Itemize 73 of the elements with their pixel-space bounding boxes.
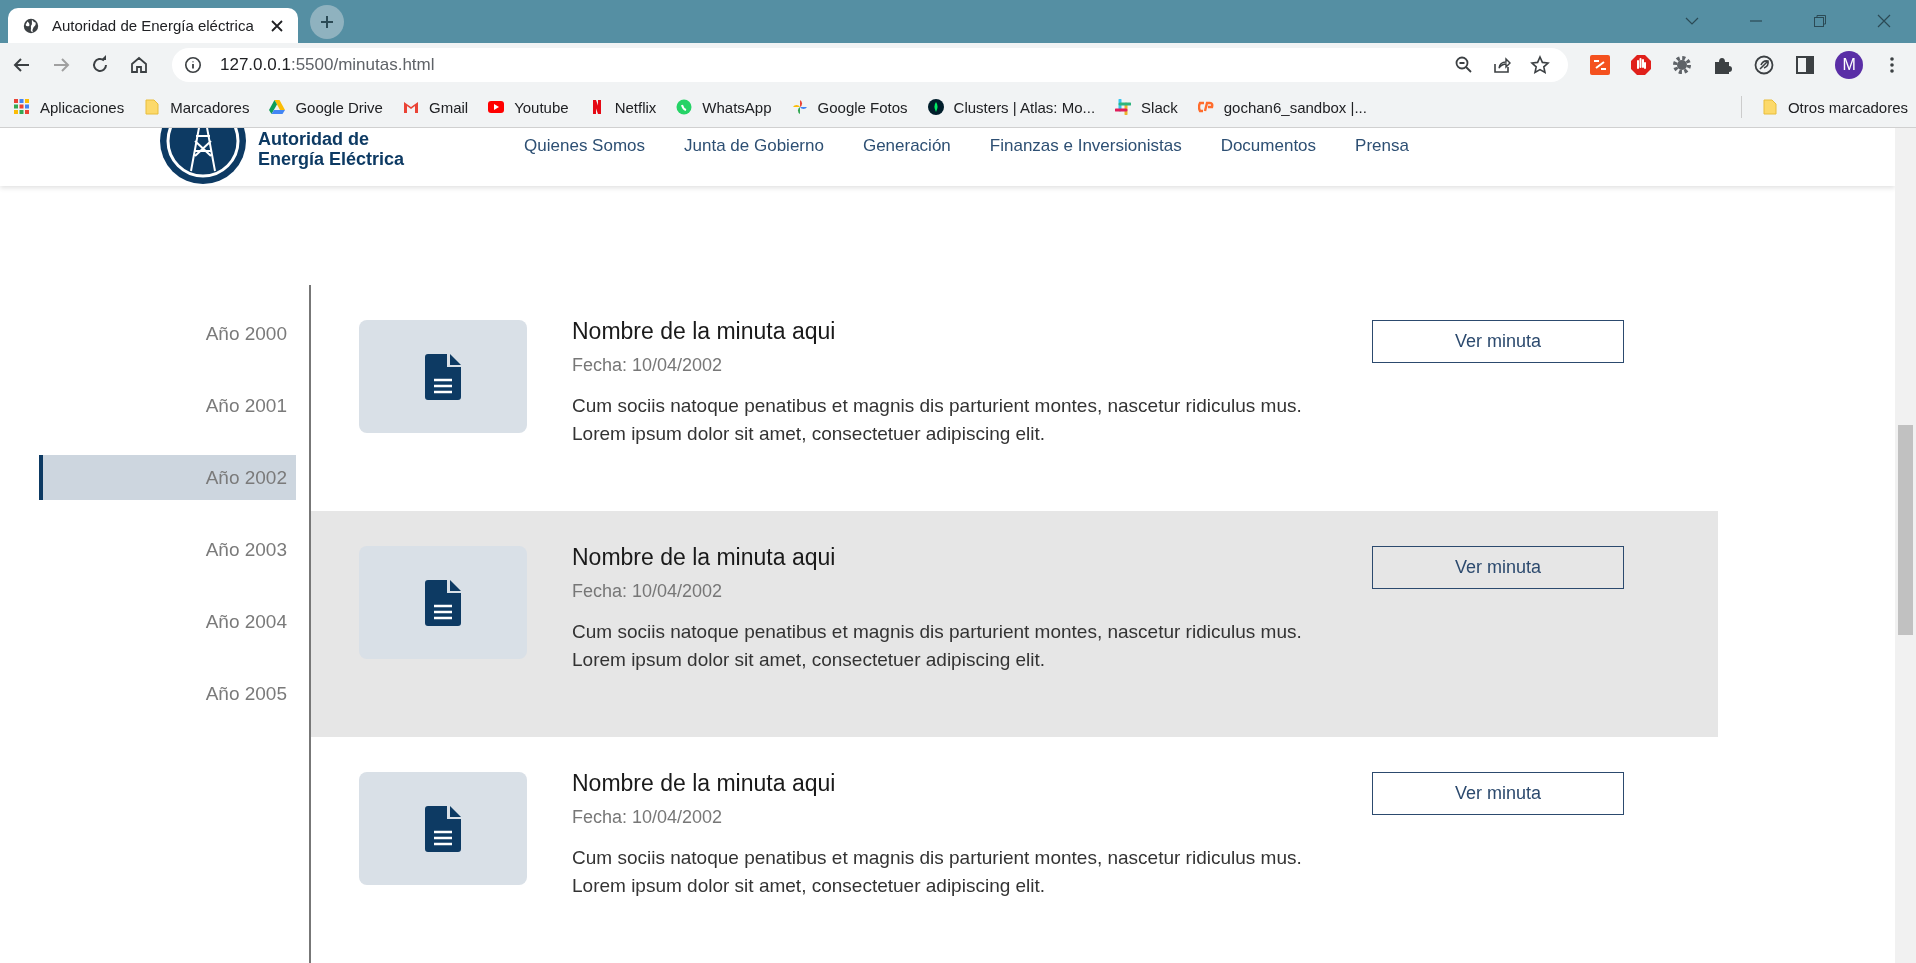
address-bar[interactable]: 127.0.0.1:5500/minutas.html — [172, 48, 1569, 82]
bookmark-item[interactable]: Netflix — [588, 98, 657, 116]
document-icon — [425, 579, 461, 626]
play-icon — [488, 99, 505, 115]
tab-title: Autoridad de Energía eléctrica — [52, 17, 255, 34]
minute-title: Nombre de la minuta aqui — [572, 318, 837, 345]
reload-icon[interactable] — [90, 55, 110, 75]
side-panel-icon[interactable] — [1794, 54, 1817, 76]
year-tab[interactable]: Año 2005 — [39, 671, 296, 716]
bookmark-item[interactable]: Youtube — [488, 98, 569, 116]
url-text: 127.0.0.1:5500/minutas.html — [220, 55, 435, 75]
bookmark-item[interactable]: Marcadores — [144, 98, 250, 116]
view-minute-button[interactable]: Ver minuta — [1372, 546, 1624, 589]
chat-bubble-icon — [676, 99, 693, 115]
hash-icon — [1115, 99, 1132, 115]
nav-link[interactable]: Documentos — [1220, 136, 1317, 156]
logo-text: Energía Eléctrica — [258, 149, 405, 169]
other-bookmarks-item[interactable]: Otros marcadores — [1761, 98, 1908, 116]
leaf-icon — [927, 99, 944, 115]
cp-mark-icon — [1197, 99, 1214, 115]
bookmark-item[interactable]: Clusters | Atlas: Mo... — [927, 98, 1096, 116]
bookmark-item[interactable]: Aplicaciones — [14, 98, 125, 116]
nav-link[interactable]: Generación — [862, 136, 951, 156]
minute-title: Nombre de la minuta aqui — [572, 770, 837, 797]
home-icon[interactable] — [129, 55, 149, 75]
bookmark-item[interactable]: Google Drive — [269, 98, 383, 116]
year-tab[interactable]: Año 2001 — [39, 383, 296, 428]
apps-grid-icon — [14, 99, 30, 115]
year-tab[interactable]: Año 2003 — [39, 527, 296, 572]
folder-icon — [1761, 99, 1778, 115]
minute-description: Cum sociis natoque penatibus et magnis dis parturient montes, nascetur ridiculus mus. Lorem ipsum dolor sit amet, consectetuer adipiscing elit. — [572, 394, 1303, 446]
star-icon[interactable] — [1530, 55, 1551, 75]
year-tab[interactable]: Año 2004 — [39, 599, 296, 644]
restore-icon[interactable] — [1812, 13, 1828, 29]
globe-icon — [22, 16, 40, 35]
scrollbar[interactable] — [1895, 128, 1916, 963]
pinwheel-icon — [791, 99, 808, 115]
folder-icon — [144, 99, 161, 115]
year-tab[interactable]: Año 2000 — [39, 311, 296, 356]
view-minute-button[interactable]: Ver minuta — [1372, 320, 1624, 363]
browser-tab[interactable]: Autoridad de Energía eléctrica — [8, 8, 298, 43]
info-icon — [184, 56, 202, 74]
nav-link[interactable]: Junta de Gobierno — [684, 136, 824, 156]
minute-date: Fecha: 10/04/2002 — [572, 581, 724, 602]
stop-hand-icon[interactable] — [1630, 54, 1653, 76]
bookmark-item[interactable]: gochan6_sandbox |... — [1197, 98, 1367, 116]
minute-date: Fecha: 10/04/2002 — [572, 355, 724, 376]
logo-text: Autoridad de — [258, 129, 370, 149]
nav-link[interactable]: Prensa — [1355, 136, 1409, 156]
leaf-icon[interactable] — [1753, 54, 1776, 76]
nav-link[interactable]: Quienes Somos — [524, 136, 646, 156]
triangle-icon — [269, 99, 286, 115]
view-minute-button[interactable]: Ver minuta — [1372, 772, 1624, 815]
plus-icon[interactable] — [320, 15, 334, 29]
nav-link[interactable]: Finanzas e Inversionistas — [989, 136, 1182, 156]
minute-date: Fecha: 10/04/2002 — [572, 807, 724, 828]
bookmark-item[interactable]: Gmail — [402, 98, 469, 116]
document-icon — [425, 353, 461, 400]
tower-logo-icon[interactable] — [158, 128, 248, 186]
minute-title: Nombre de la minuta aqui — [572, 544, 837, 571]
extension-icon[interactable] — [1589, 54, 1612, 76]
minute-description: Cum sociis natoque penatibus et magnis dis parturient montes, nascetur ridiculus mus. Lorem ipsum dolor sit amet, consectetuer adipiscing elit. — [572, 846, 1303, 898]
bookmark-item[interactable]: Google Fotos — [791, 98, 908, 116]
close-icon[interactable] — [270, 18, 284, 33]
new-tab-button[interactable] — [310, 5, 344, 39]
envelope-icon — [402, 99, 419, 115]
document-icon — [425, 805, 461, 852]
bookmark-item[interactable]: WhatsApp — [676, 98, 772, 116]
gear-icon[interactable] — [1671, 54, 1694, 76]
minute-description: Cum sociis natoque penatibus et magnis dis parturient montes, nascetur ridiculus mus. Lorem ipsum dolor sit amet, consectetuer adipiscing elit. — [572, 620, 1303, 672]
share-icon[interactable] — [1492, 55, 1513, 75]
bookmark-item[interactable]: Slack — [1115, 98, 1178, 116]
profile-avatar[interactable]: M — [1835, 51, 1863, 79]
